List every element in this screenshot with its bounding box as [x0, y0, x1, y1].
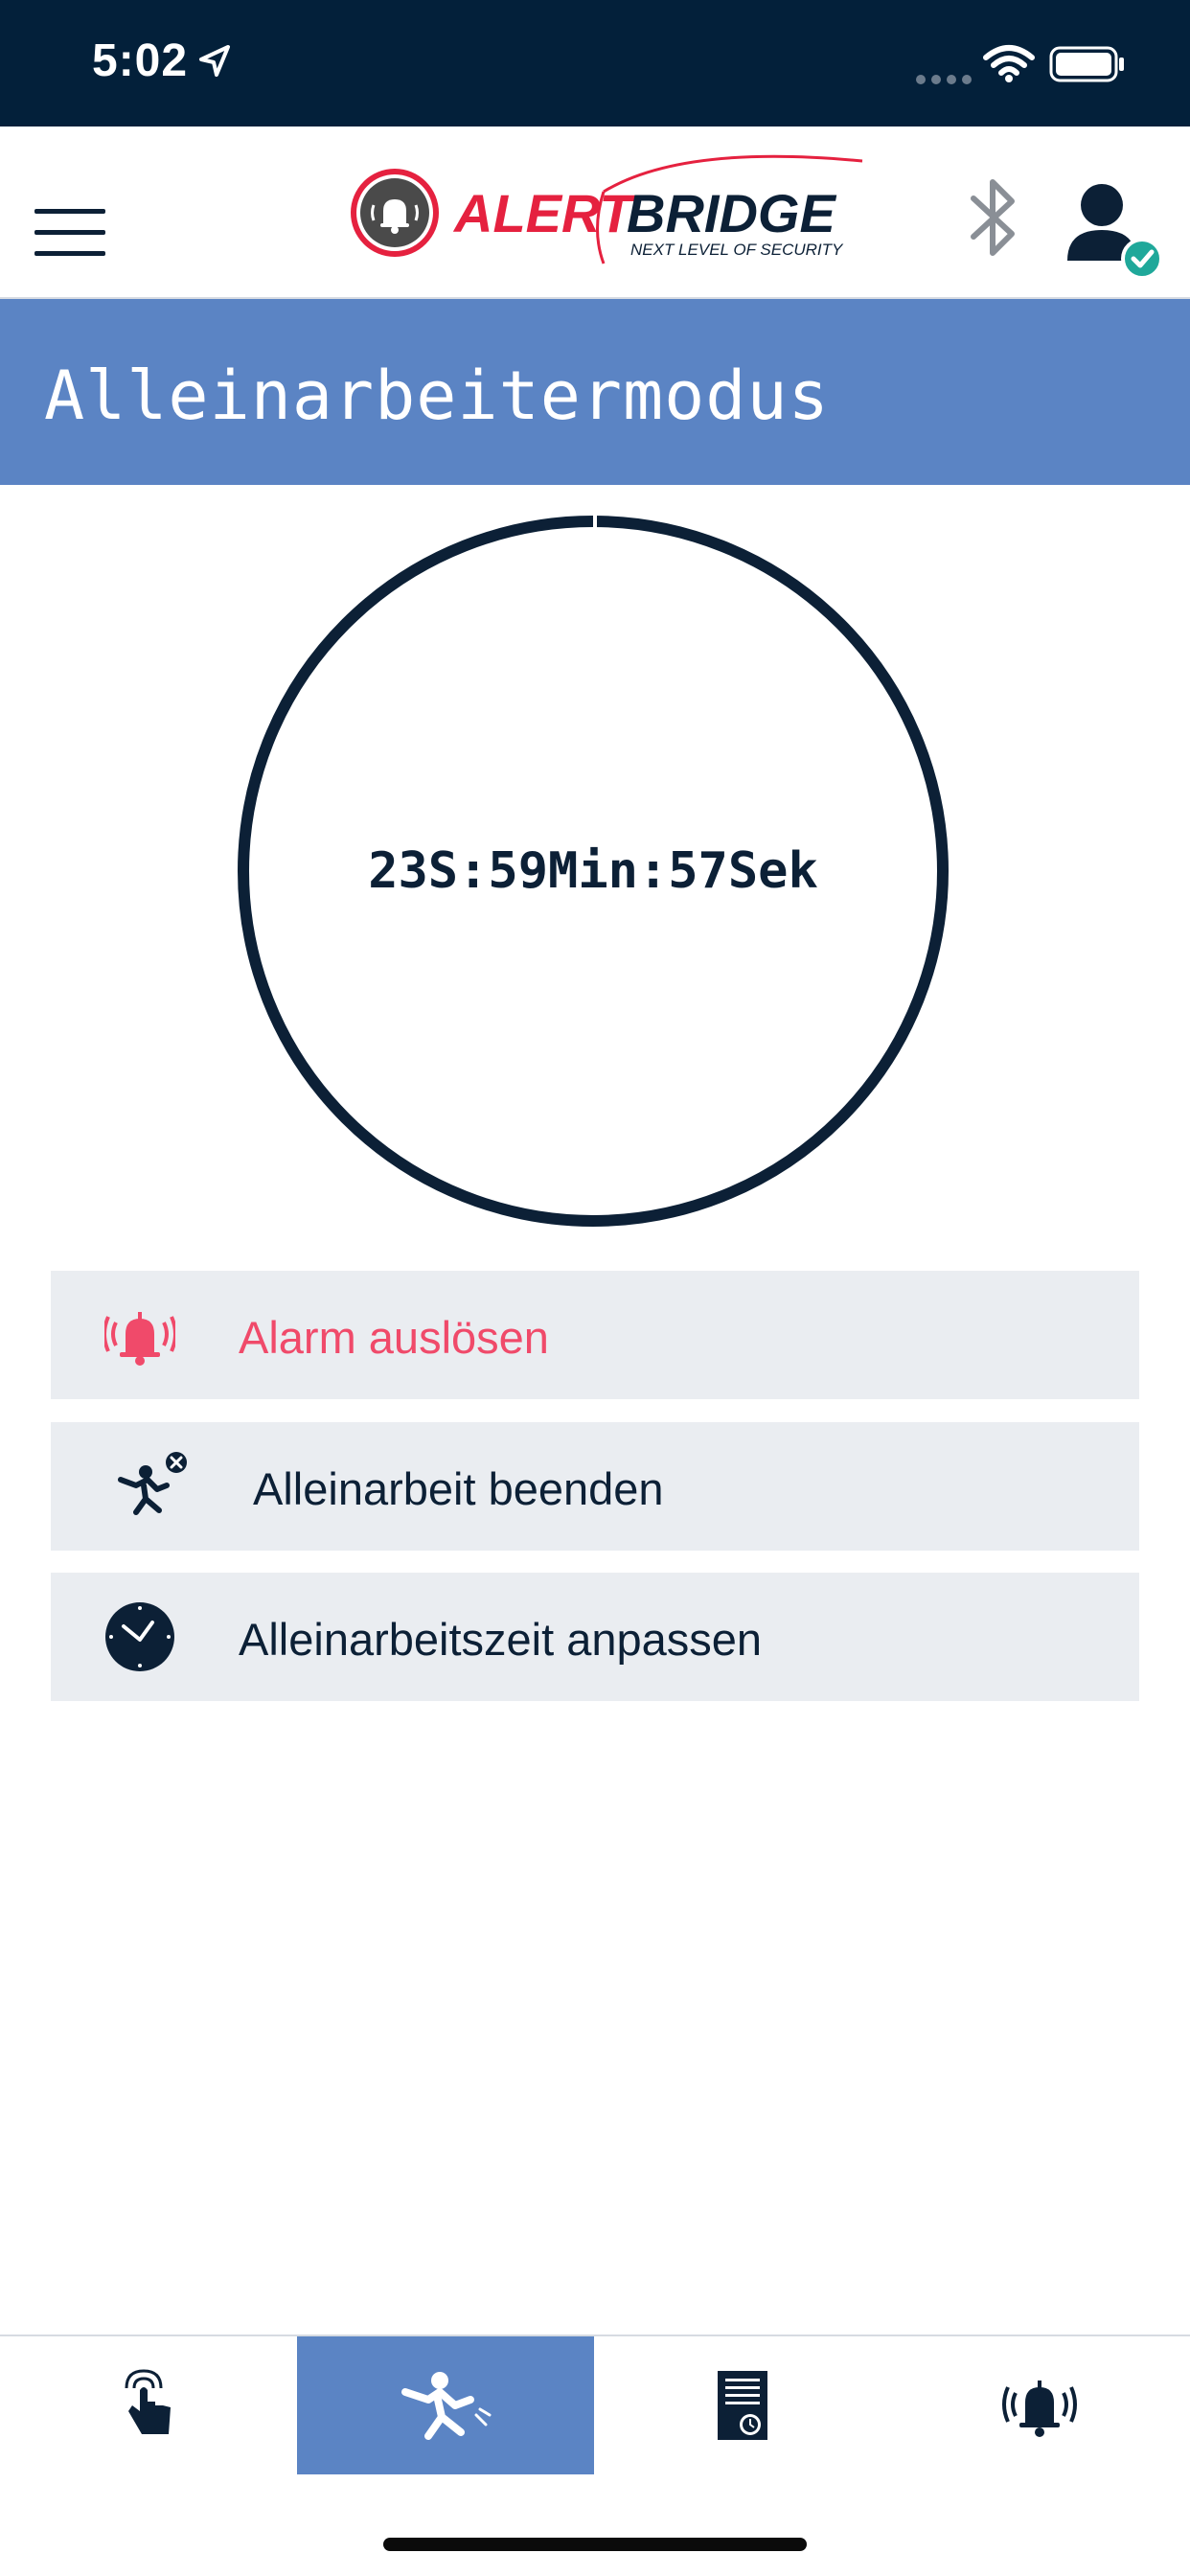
battery-icon	[1049, 46, 1124, 82]
falling-person-icon	[401, 2372, 492, 2440]
home-indicator	[383, 2538, 807, 2551]
logo-tagline: NEXT LEVEL OF SECURITY	[630, 241, 844, 259]
nav-tab-touch[interactable]	[0, 2336, 297, 2474]
bluetooth-icon[interactable]	[966, 174, 1023, 261]
alarm-trigger-label: Alarm auslösen	[239, 1312, 549, 1363]
end-lone-work-label: Alleinarbeit beenden	[253, 1463, 664, 1514]
touch-hand-icon	[125, 2369, 171, 2434]
end-lone-work-button[interactable]: Alleinarbeit beenden	[51, 1422, 1139, 1551]
alarm-bell-icon	[1002, 2380, 1077, 2437]
location-arrow-icon	[199, 45, 230, 77]
adjust-lone-work-time-button[interactable]: Alleinarbeitszeit anpassen	[51, 1573, 1139, 1701]
logo-text-bridge: BRIDGE	[627, 183, 836, 243]
bottom-navigation	[0, 2334, 1190, 2474]
menu-icon[interactable]	[34, 209, 105, 257]
wifi-icon	[983, 45, 1035, 82]
fall-person-cancel-icon	[118, 1452, 187, 1515]
status-time: 5:02	[92, 35, 189, 86]
nav-tab-lone-worker[interactable]	[297, 2336, 594, 2474]
alarm-trigger-button[interactable]: Alarm auslösen	[51, 1271, 1139, 1399]
nav-tab-log[interactable]	[594, 2336, 891, 2474]
alertbridge-logo: ALERT BRIDGE NEXT LEVEL OF SECURITY	[347, 153, 864, 273]
clock-icon	[105, 1602, 174, 1671]
logo-text-alert: ALERT	[452, 183, 636, 243]
countdown-timer-ring: 23S:59Min:57Sek	[238, 516, 949, 1227]
cellular-signal-icon	[916, 75, 972, 84]
page-title: Alleinarbeitermodus	[44, 356, 830, 435]
status-bar: 5:02	[0, 0, 1190, 126]
title-band: Alleinarbeitermodus	[0, 299, 1190, 485]
app-header: ALERT BRIDGE NEXT LEVEL OF SECURITY	[0, 126, 1190, 299]
document-clock-icon	[718, 2371, 767, 2440]
user-verified-icon[interactable]	[1067, 182, 1163, 288]
adjust-lone-work-time-label: Alleinarbeitszeit anpassen	[239, 1614, 763, 1665]
alarm-bell-icon	[104, 1312, 175, 1366]
timer-display: 23S:59Min:57Sek	[368, 842, 818, 900]
nav-tab-alarms[interactable]	[891, 2336, 1188, 2474]
